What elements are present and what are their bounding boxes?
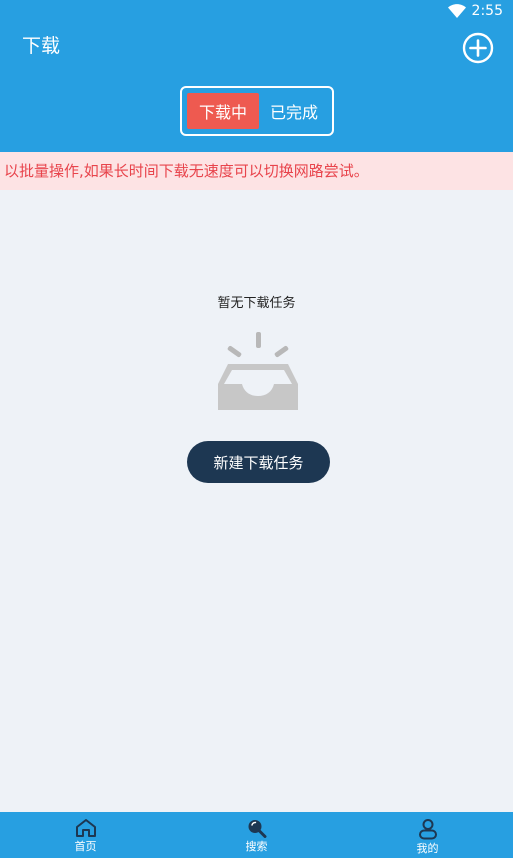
status-time: 2:55 [471,3,503,19]
nav-item-mine[interactable]: 我的 [342,812,513,858]
download-tab-switch: 下载中 已完成 [180,86,334,136]
empty-state-message: 暂无下载任务 [217,296,296,311]
tab-downloading[interactable]: 下载中 [187,93,259,129]
home-icon [75,819,96,837]
nav-item-search[interactable]: 搜索 [171,812,342,858]
notice-banner: 以批量操作,如果长时间下载无速度可以切换网路尝试。 [0,152,513,190]
nav-label-mine: 我的 [416,842,439,855]
add-button[interactable] [462,32,494,64]
new-download-task-button[interactable]: 新建下载任务 [187,441,330,483]
nav-label-search: 搜索 [245,840,268,853]
add-circle-icon [462,32,494,64]
page-title: 下载 [22,35,61,57]
wifi-icon [447,4,466,18]
download-screen: 2:55 下载 下载中 已完成 以批量操作,如果长时间下载无速度可以切换网路尝试… [0,0,513,858]
nav-item-home[interactable]: 首页 [0,812,171,858]
search-icon [248,820,266,838]
nav-label-home: 首页 [74,840,97,853]
bottom-nav: 首页 搜索 我的 [0,812,513,858]
app-header: 2:55 下载 下载中 已完成 [0,0,513,152]
status-bar: 2:55 [447,0,513,22]
user-icon [418,819,437,840]
tab-completed[interactable]: 已完成 [259,93,329,129]
empty-inbox-icon [210,330,306,414]
